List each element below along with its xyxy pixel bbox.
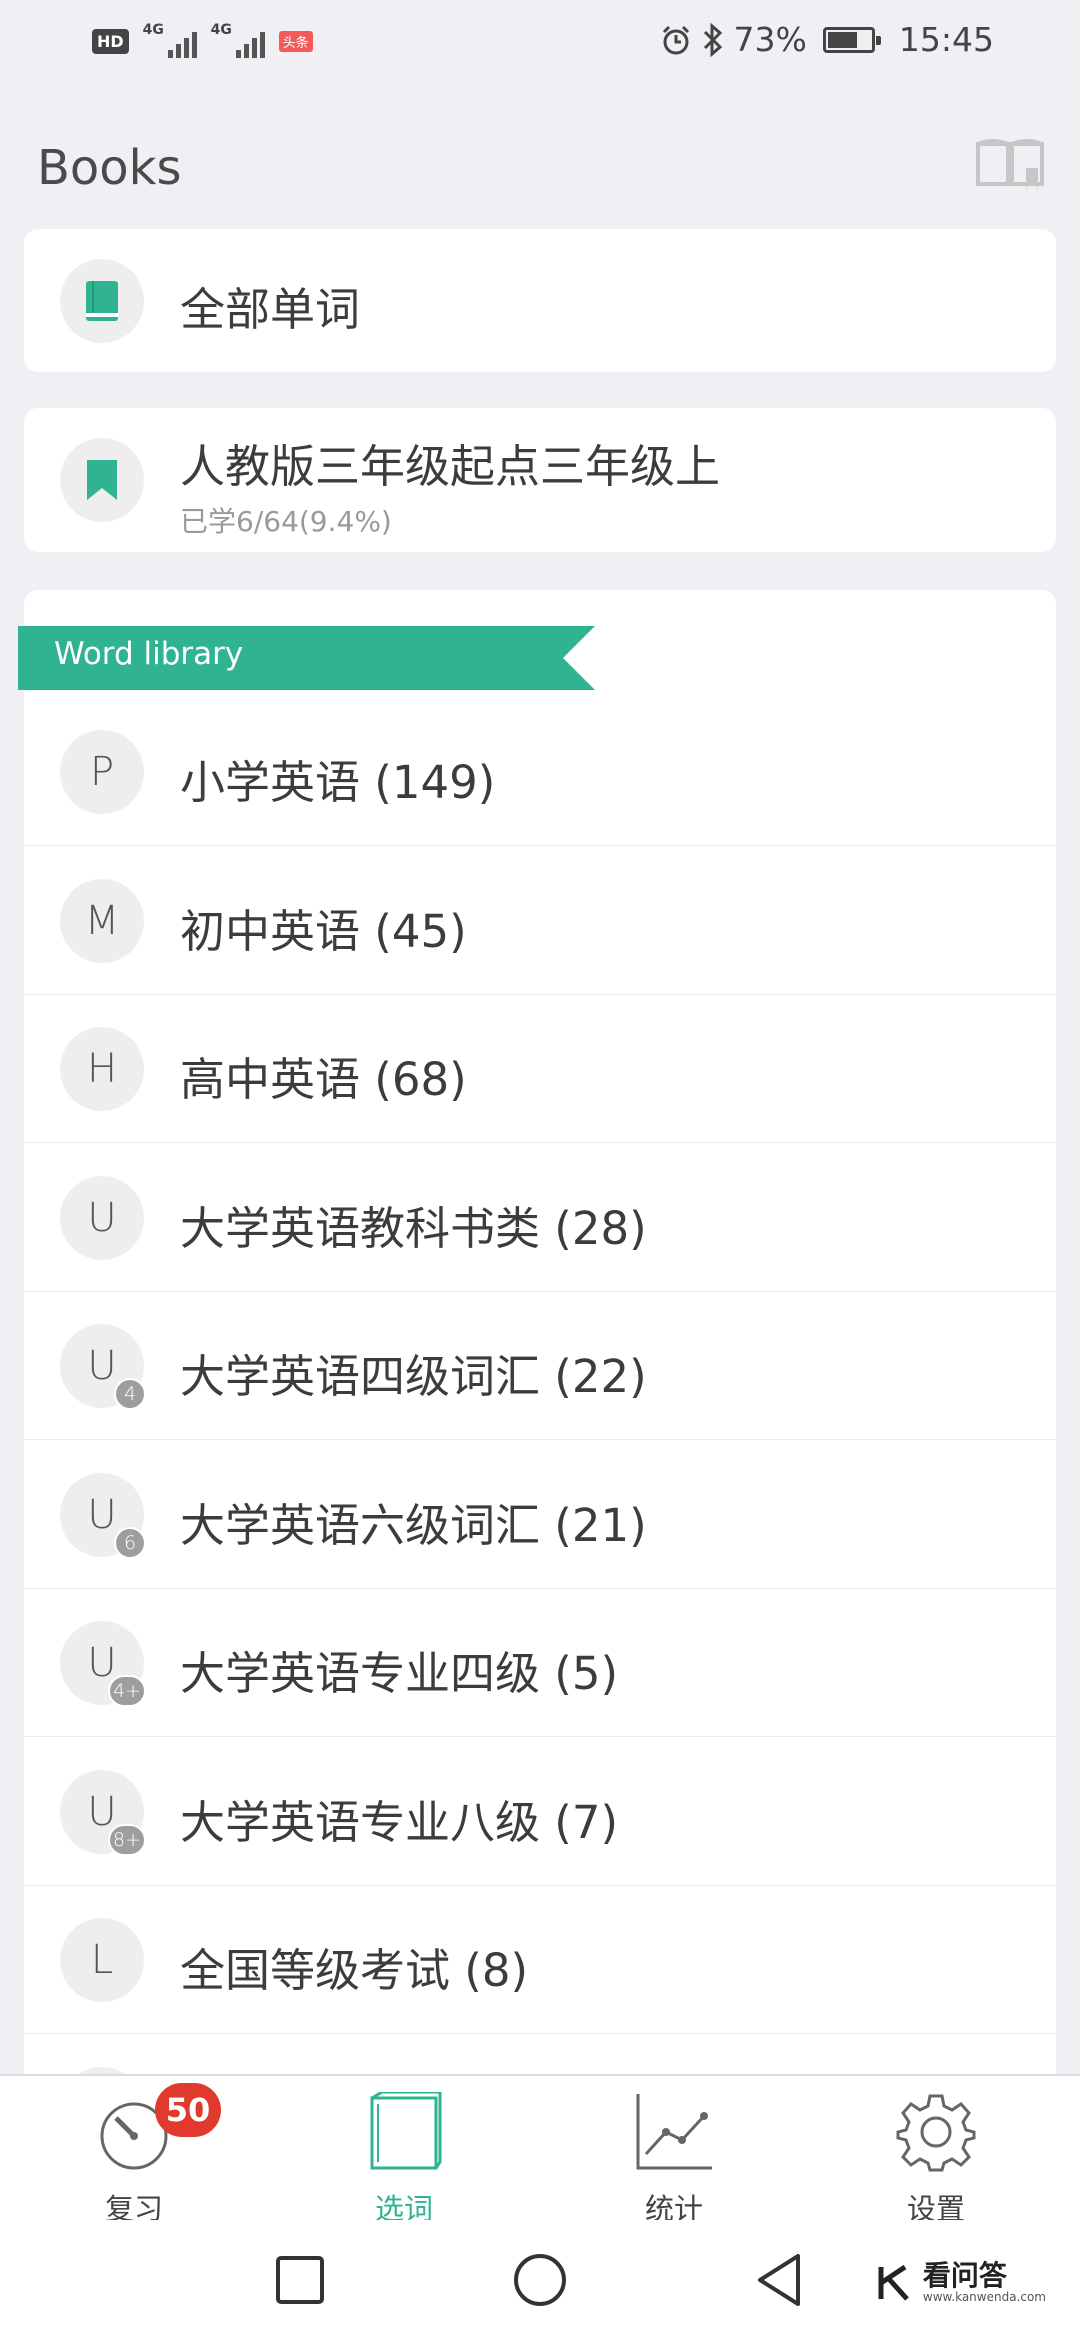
library-item[interactable]: L 全国等级考试 (8) bbox=[24, 1886, 1056, 2034]
watermark-text: 看问答 bbox=[922, 2259, 1007, 2292]
library-item-label: 全国等级考试 (8) bbox=[180, 1944, 529, 1997]
tab-select-words[interactable]: 选词 bbox=[314, 2076, 494, 2226]
bluetooth-icon bbox=[703, 22, 722, 57]
library-item-letter-icon: U4 bbox=[60, 1324, 146, 1410]
tab-statistics[interactable]: 统计 bbox=[584, 2076, 764, 2226]
alarm-icon bbox=[662, 25, 689, 54]
library-item-letter-icon: H bbox=[60, 1027, 144, 1111]
watermark-logo-icon bbox=[878, 2264, 909, 2301]
library-item-letter: H bbox=[86, 1046, 118, 1092]
page-title: Books bbox=[37, 140, 182, 196]
current-book-card[interactable]: 人教版三年级起点三年级上 已学6/64(9.4%) bbox=[24, 408, 1056, 552]
library-item-letter-icon: P bbox=[60, 730, 144, 814]
battery-icon bbox=[822, 26, 881, 53]
library-item-level-badge: 8+ bbox=[107, 1823, 146, 1856]
library-item-label: 小学英语 (149) bbox=[180, 756, 496, 809]
library-item-letter: U bbox=[87, 1194, 117, 1241]
word-library-list: P 小学英语 (149) M 初中英语 (45) H 高中英语 (68) U 大学英语教科书类… bbox=[24, 590, 1056, 2090]
app-notification-badge: 头条 bbox=[278, 30, 313, 52]
book-select-icon bbox=[370, 2092, 442, 2170]
library-item-level-badge: 6 bbox=[114, 1526, 146, 1559]
current-book-icon-circle bbox=[60, 438, 144, 522]
hd-indicator: HD bbox=[92, 28, 129, 54]
watermark: 看问答 www.kanwenda.com bbox=[875, 2262, 1046, 2304]
tab-settings[interactable]: 设置 bbox=[846, 2076, 1026, 2226]
library-item-label: 大学英语教科书类 (28) bbox=[180, 1201, 647, 1255]
library-item-level-badge: 4+ bbox=[107, 1675, 146, 1707]
review-count-badge: 50 bbox=[155, 2083, 221, 2137]
library-item[interactable]: U 4 大学英语四级词汇 (22) bbox=[24, 1292, 1056, 1440]
signal-icon-2: 4G bbox=[210, 22, 265, 58]
library-item-label: 大学英语六级词汇 (21) bbox=[180, 1498, 647, 1552]
network-type-2: 4G bbox=[210, 22, 232, 38]
battery-percent: 73% bbox=[733, 20, 807, 59]
library-item[interactable]: H 高中英语 (68) bbox=[24, 995, 1056, 1143]
library-item[interactable]: P 小学英语 (149) bbox=[24, 698, 1056, 846]
clock: 15:45 bbox=[898, 20, 994, 59]
bookmark-icon bbox=[87, 460, 117, 500]
home-button[interactable] bbox=[508, 2248, 572, 2312]
library-item[interactable]: U 8+ 大学英语专业八级 (7) bbox=[24, 1738, 1056, 1886]
status-left: HD 4G 4G 头条 bbox=[92, 22, 313, 58]
library-item-letter-icon: L bbox=[60, 1918, 144, 2002]
line-chart-icon bbox=[636, 2094, 712, 2170]
library-item-level-badge: 4 bbox=[114, 1378, 146, 1410]
library-item-letter-icon: U 4+ bbox=[60, 1621, 146, 1707]
recent-apps-button[interactable] bbox=[268, 2248, 332, 2312]
watermark-url: www.kanwenda.com bbox=[922, 2290, 1046, 2304]
library-item-letter: L bbox=[90, 1937, 114, 1983]
all-words-icon-circle bbox=[60, 259, 144, 343]
library-item-label: 大学英语专业八级 (7) bbox=[180, 1795, 619, 1849]
status-bar: HD 4G 4G 头条 73% 15:45 bbox=[0, 0, 1080, 84]
all-words-card[interactable]: 全部单词 bbox=[24, 229, 1056, 372]
library-item-letter-icon: U 8+ bbox=[60, 1769, 146, 1856]
book-icon bbox=[86, 281, 118, 321]
library-item-letter: U bbox=[87, 1491, 117, 1538]
library-item-letter-icon: U6 bbox=[60, 1472, 146, 1559]
library-item[interactable]: M 初中英语 (45) bbox=[24, 847, 1056, 995]
library-item-letter: P bbox=[89, 749, 115, 795]
back-button[interactable] bbox=[748, 2248, 812, 2312]
book-icon[interactable] bbox=[974, 136, 1046, 190]
library-item-label: 大学英语四级词汇 (22) bbox=[180, 1350, 647, 1403]
status-right: 73% 15:45 bbox=[660, 20, 994, 59]
current-book-progress: 已学6/64(9.4%) bbox=[180, 505, 392, 538]
library-item-label: 高中英语 (68) bbox=[180, 1053, 467, 1106]
library-item[interactable]: U 4+ 大学英语专业四级 (5) bbox=[24, 1589, 1056, 1737]
all-words-label: 全部单词 bbox=[180, 283, 361, 336]
library-item-letter: M bbox=[84, 897, 120, 944]
library-item-letter-icon: M bbox=[60, 878, 144, 963]
signal-icon: 4G bbox=[142, 22, 197, 58]
app-screen: HD 4G 4G 头条 73% 15:45 Books 全部单词 人教版三年级起… bbox=[0, 0, 1080, 2340]
word-library-label: Word library bbox=[54, 636, 244, 672]
current-book-title: 人教版三年级起点三年级上 bbox=[180, 440, 721, 493]
library-item-label: 大学英语专业四级 (5) bbox=[180, 1647, 619, 1700]
library-item[interactable]: U 大学英语教科书类 (28) bbox=[24, 1144, 1056, 1292]
library-item-letter-icon: U bbox=[60, 1175, 144, 1260]
gear-icon bbox=[896, 2094, 976, 2172]
network-type: 4G bbox=[142, 22, 164, 38]
library-item[interactable]: U 6 大学英语六级词汇 (21) bbox=[24, 1441, 1056, 1589]
library-item-label: 初中英语 (45) bbox=[180, 904, 467, 958]
library-item-letter: U bbox=[87, 1343, 117, 1389]
